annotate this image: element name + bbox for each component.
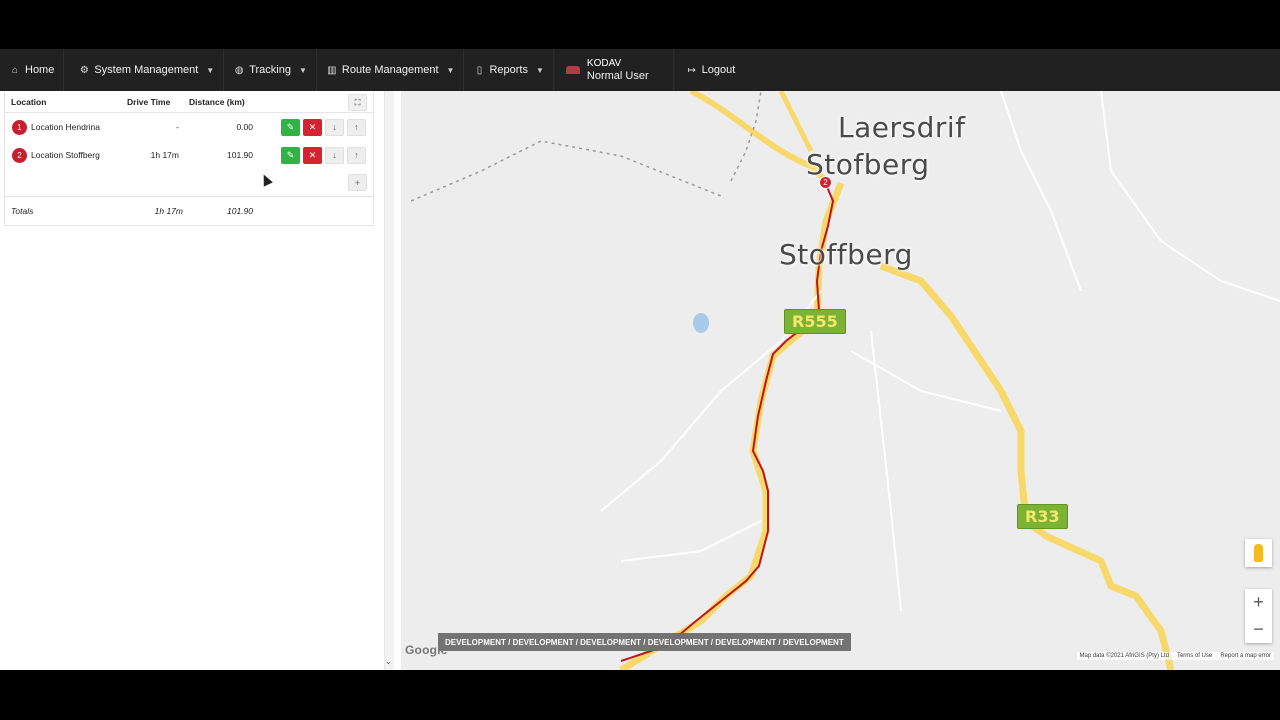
car-icon (565, 66, 580, 74)
nav-tracking-label: Tracking (249, 64, 291, 76)
arrow-down-icon: ↓ (332, 122, 337, 132)
zoom-out-button[interactable]: − (1245, 616, 1272, 643)
caret-down-icon: ▼ (206, 65, 215, 75)
map-footer: Map data ©2021 AfriGIS (Pty) Ltd Terms o… (1076, 652, 1274, 660)
nav-system-management-label: System Management (94, 64, 199, 76)
totals-distance: 101.90 (227, 206, 253, 216)
home-icon: ⌂ (11, 64, 19, 76)
nav-route-management[interactable]: ▥ Route Management ▼ (317, 49, 465, 91)
edit-icon: ✎ (286, 149, 295, 160)
main-content: Location Drive Time Distance (km) ⛶ 1 Lo… (0, 91, 1280, 670)
stop-number-badge: 2 (12, 147, 27, 163)
nav-logout-label: Logout (701, 64, 736, 76)
development-banner: DEVELOPMENT / DEVELOPMENT / DEVELOPMENT … (438, 633, 851, 651)
waypoint-marker[interactable]: 2 (819, 176, 832, 189)
route-panel: Location Drive Time Distance (km) ⛶ 1 Lo… (0, 91, 384, 670)
totals-row: Totals 1h 17m 101.90 (5, 197, 373, 225)
nav-tracking[interactable]: ◍ Tracking ▼ (224, 49, 317, 91)
logout-icon: ↦ (687, 64, 696, 76)
move-down-button[interactable]: ↓ (325, 118, 344, 136)
panel-scrollbar[interactable] (384, 91, 394, 670)
nav-home-label: Home (25, 64, 55, 76)
water-body (693, 313, 709, 333)
add-stop-row: + (5, 169, 373, 197)
table-row: 1 Location Hendrina - 0.00 ✎ ✕ ↓ ↑ (5, 113, 373, 141)
arrow-down-icon: ↓ (332, 150, 337, 160)
header-drive-time: Drive Time (127, 96, 171, 107)
nav-route-management-label: Route Management (341, 64, 439, 76)
road-r33 (879, 262, 1175, 670)
bottom-black-bar (0, 670, 1280, 720)
route-table-header: Location Drive Time Distance (km) ⛶ (5, 91, 373, 113)
stop-location: Location Stoffberg (31, 150, 100, 160)
file-icon: ▯ (476, 64, 483, 76)
google-logo[interactable]: Google (405, 643, 448, 657)
chevron-down-icon[interactable]: ⌄ (385, 657, 392, 666)
panel-divider (394, 91, 401, 670)
road-shield-r33: R33 (1017, 504, 1068, 529)
stop-distance: 101.90 (227, 150, 253, 160)
move-down-button[interactable]: ↓ (325, 146, 344, 164)
delete-button[interactable]: ✕ (303, 118, 322, 136)
add-stop-button[interactable]: + (348, 174, 367, 191)
globe-icon: ◍ (234, 64, 244, 76)
stop-distance: 0.00 (236, 122, 253, 132)
arrow-up-icon: ↑ (354, 122, 359, 132)
close-icon: ✕ (308, 121, 317, 132)
map-label-laersdrif: Laersdrif (838, 111, 966, 144)
stop-location: Location Hendrina (31, 122, 100, 132)
nav-system-management[interactable]: ⚙ System Management ▼ (64, 49, 225, 91)
zoom-in-button[interactable]: + (1245, 589, 1272, 616)
boundary-line (410, 91, 762, 202)
top-black-bar (0, 0, 1280, 49)
road-shield-r555: R555 (784, 309, 846, 334)
delete-button[interactable]: ✕ (303, 146, 322, 164)
edit-button[interactable]: ✎ (281, 118, 300, 136)
table-row: 2 Location Stoffberg 1h 17m 101.90 ✎ ✕ ↓… (5, 141, 373, 169)
edit-button[interactable]: ✎ (281, 146, 300, 164)
move-up-button[interactable]: ↑ (347, 118, 366, 136)
road (778, 91, 814, 153)
totals-label: Totals (11, 206, 34, 216)
header-distance: Distance (km) (189, 96, 245, 107)
user-role: Normal User (586, 70, 649, 82)
move-up-button[interactable]: ↑ (347, 146, 366, 164)
caret-down-icon: ▼ (446, 65, 455, 75)
map-label-stoffberg: Stoffberg (779, 238, 913, 271)
caret-down-icon: ▼ (535, 65, 544, 75)
nav-reports-label: Reports (489, 64, 528, 76)
user-name: KODAV (586, 58, 622, 69)
terms-link[interactable]: Terms of Use (1177, 653, 1212, 659)
gear-icon: ⚙ (79, 64, 89, 76)
arrow-up-icon: ↑ (354, 150, 359, 160)
report-error-link[interactable]: Report a map error (1220, 653, 1271, 659)
nav-reports[interactable]: ▯ Reports ▼ (464, 49, 554, 91)
edit-icon: ✎ (286, 121, 295, 132)
header-location: Location (11, 96, 47, 107)
stop-drive-time: 1h 17m (150, 150, 179, 160)
main-navbar: ⌂ Home ⚙ System Management ▼ ◍ Tracking … (0, 49, 1280, 91)
expand-icon[interactable]: ⛶ (348, 94, 367, 111)
user-info: KODAV Normal User (554, 49, 674, 91)
map-data-attribution: Map data ©2021 AfriGIS (Pty) Ltd (1079, 653, 1169, 659)
map-view[interactable]: Laersdrif Stofberg Stoffberg R555 R33 2 … (401, 91, 1280, 670)
zoom-controls: + − (1245, 589, 1272, 643)
nav-home[interactable]: ⌂ Home (0, 49, 65, 91)
stop-number-badge: 1 (12, 119, 27, 135)
nav-logout[interactable]: ↦ Logout (674, 49, 745, 91)
stop-drive-time: - (176, 122, 179, 132)
map-icon: ▥ (327, 64, 337, 76)
close-icon: ✕ (308, 149, 317, 160)
totals-drive-time: 1h 17m (154, 206, 183, 216)
caret-down-icon: ▼ (298, 65, 307, 75)
route-table: Location Drive Time Distance (km) ⛶ 1 Lo… (4, 91, 374, 226)
plus-icon: + (354, 177, 361, 188)
street-view-pegman-icon[interactable] (1245, 539, 1272, 567)
